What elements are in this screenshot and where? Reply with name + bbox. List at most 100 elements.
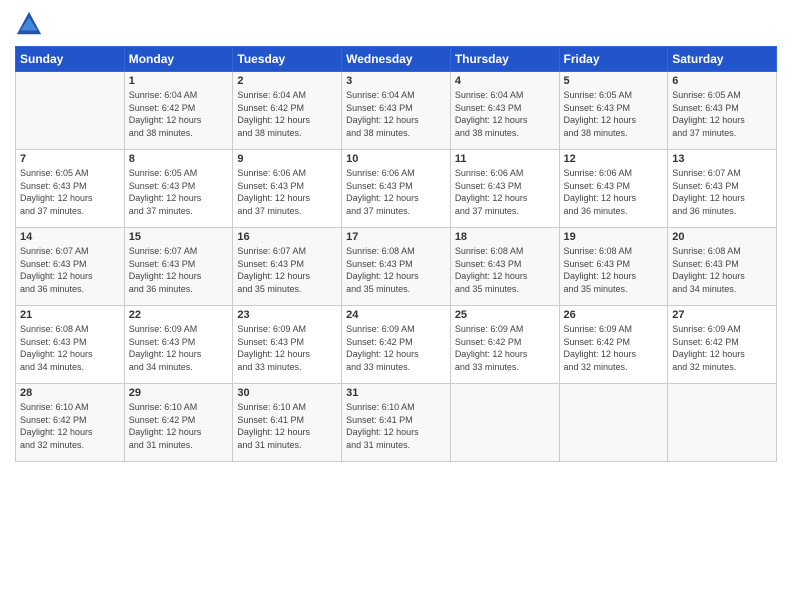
calendar-cell: 3 Sunrise: 6:04 AM Sunset: 6:43 PM Daylig… [342,72,451,150]
calendar-week-row: 1 Sunrise: 6:04 AM Sunset: 6:42 PM Daylig… [16,72,777,150]
day-info: Sunrise: 6:05 AM Sunset: 6:43 PM Dayligh… [564,89,664,139]
day-number: 19 [564,231,664,243]
calendar-cell: 14Sunrise: 6:07 AM Sunset: 6:43 PM Dayli… [16,228,125,306]
calendar-cell: 12 Sunrise: 6:06 AM Sunset: 6:43 PM Dayli… [559,150,668,228]
day-info: Sunrise: 6:04 AM Sunset: 6:42 PM Dayligh… [129,89,229,139]
day-info: Sunrise: 6:07 AM Sunset: 6:43 PM Dayligh… [672,167,772,217]
calendar-cell: 17Sunrise: 6:08 AM Sunset: 6:43 PM Dayli… [342,228,451,306]
day-info: Sunrise: 6:06 AM Sunset: 6:43 PM Dayligh… [455,167,555,217]
day-info: Sunrise: 6:06 AM Sunset: 6:43 PM Dayligh… [237,167,337,217]
calendar-cell: 4 Sunrise: 6:04 AM Sunset: 6:43 PM Daylig… [450,72,559,150]
day-info: Sunrise: 6:10 AM Sunset: 6:41 PM Dayligh… [346,401,446,451]
weekday-header: Friday [559,47,668,72]
day-number: 11 [455,153,555,165]
day-number: 7 [20,153,120,165]
day-number: 13 [672,153,772,165]
weekday-header: Monday [124,47,233,72]
day-info: Sunrise: 6:09 AM Sunset: 6:43 PM Dayligh… [237,323,337,373]
day-info: Sunrise: 6:09 AM Sunset: 6:42 PM Dayligh… [346,323,446,373]
day-info: Sunrise: 6:04 AM Sunset: 6:43 PM Dayligh… [346,89,446,139]
calendar-cell: 8Sunrise: 6:05 AM Sunset: 6:43 PM Daylig… [124,150,233,228]
day-number: 12 [564,153,664,165]
calendar-week-row: 14 Sunrise: 6:07 AM Sunset: 6:43 PM Dayli… [16,228,777,306]
day-number: 21 [20,309,120,321]
day-number: 4 [455,75,555,87]
day-info: Sunrise: 6:07 AM Sunset: 6:43 PM Dayligh… [129,245,229,295]
day-number: 28 [20,387,120,399]
day-info: Sunrise: 6:08 AM Sunset: 6:43 PM Dayligh… [346,245,446,295]
day-info: Sunrise: 6:08 AM Sunset: 6:43 PM Dayligh… [672,245,772,295]
calendar-week-row: 7 Sunrise: 6:05 AM Sunset: 6:43 PM Daylig… [16,150,777,228]
day-number: 26 [564,309,664,321]
weekday-header: Sunday [16,47,125,72]
calendar-cell [559,384,668,462]
calendar-cell: 15 Sunrise: 6:07 AM Sunset: 6:43 PM Dayli… [124,228,233,306]
calendar-cell: 21 Sunrise: 6:08 AM Sunset: 6:43 PM Dayli… [16,306,125,384]
day-number: 15 [129,231,229,243]
day-info: Sunrise: 6:08 AM Sunset: 6:43 PM Dayligh… [564,245,664,295]
calendar-cell: 20 Sunrise: 6:08 AM Sunset: 6:43 PM Dayli… [668,228,777,306]
calendar-cell: 7 Sunrise: 6:05 AM Sunset: 6:43 PM Daylig… [16,150,125,228]
weekday-header: Wednesday [342,47,451,72]
day-number: 9 [237,153,337,165]
day-number: 1 [129,75,229,87]
weekday-header: Saturday [668,47,777,72]
calendar-cell: 22Sunrise: 6:09 AM Sunset: 6:43 PM Dayli… [124,306,233,384]
day-info: Sunrise: 6:06 AM Sunset: 6:43 PM Dayligh… [346,167,446,217]
day-number: 23 [237,309,337,321]
day-number: 31 [346,387,446,399]
calendar-cell: 9 Sunrise: 6:06 AM Sunset: 6:43 PM Daylig… [233,150,342,228]
day-number: 30 [237,387,337,399]
calendar-cell: 18 Sunrise: 6:08 AM Sunset: 6:43 PM Dayli… [450,228,559,306]
day-info: Sunrise: 6:05 AM Sunset: 6:43 PM Dayligh… [20,167,120,217]
logo [15,10,47,38]
calendar-cell: 5 Sunrise: 6:05 AM Sunset: 6:43 PM Daylig… [559,72,668,150]
calendar-cell: 10 Sunrise: 6:06 AM Sunset: 6:43 PM Dayli… [342,150,451,228]
calendar-table: SundayMondayTuesdayWednesdayThursdayFrid… [15,46,777,462]
day-number: 5 [564,75,664,87]
day-info: Sunrise: 6:10 AM Sunset: 6:42 PM Dayligh… [129,401,229,451]
calendar-cell: 19 Sunrise: 6:08 AM Sunset: 6:43 PM Dayli… [559,228,668,306]
calendar-cell: 31 Sunrise: 6:10 AM Sunset: 6:41 PM Dayli… [342,384,451,462]
day-number: 29 [129,387,229,399]
calendar-cell: 2Sunrise: 6:04 AM Sunset: 6:42 PM Daylig… [233,72,342,150]
day-info: Sunrise: 6:08 AM Sunset: 6:43 PM Dayligh… [20,323,120,373]
calendar-cell [668,384,777,462]
calendar-cell: 23 Sunrise: 6:09 AM Sunset: 6:43 PM Dayli… [233,306,342,384]
calendar-week-row: 28 Sunrise: 6:10 AM Sunset: 6:42 PM Dayli… [16,384,777,462]
calendar-cell [16,72,125,150]
calendar-cell: 16Sunrise: 6:07 AM Sunset: 6:43 PM Dayli… [233,228,342,306]
day-info: Sunrise: 6:05 AM Sunset: 6:43 PM Dayligh… [672,89,772,139]
logo-icon [15,10,43,38]
day-number: 24 [346,309,446,321]
day-number: 22 [129,309,229,321]
day-number: 16 [237,231,337,243]
calendar-cell: 29 Sunrise: 6:10 AM Sunset: 6:42 PM Dayli… [124,384,233,462]
calendar-cell: 28 Sunrise: 6:10 AM Sunset: 6:42 PM Dayli… [16,384,125,462]
calendar-week-row: 21 Sunrise: 6:08 AM Sunset: 6:43 PM Dayli… [16,306,777,384]
calendar-cell: 11 Sunrise: 6:06 AM Sunset: 6:43 PM Dayli… [450,150,559,228]
day-info: Sunrise: 6:05 AM Sunset: 6:43 PM Dayligh… [129,167,229,217]
day-info: Sunrise: 6:08 AM Sunset: 6:43 PM Dayligh… [455,245,555,295]
day-number: 3 [346,75,446,87]
day-info: Sunrise: 6:04 AM Sunset: 6:43 PM Dayligh… [455,89,555,139]
day-info: Sunrise: 6:09 AM Sunset: 6:42 PM Dayligh… [672,323,772,373]
calendar-cell: 6 Sunrise: 6:05 AM Sunset: 6:43 PM Daylig… [668,72,777,150]
day-info: Sunrise: 6:06 AM Sunset: 6:43 PM Dayligh… [564,167,664,217]
day-number: 27 [672,309,772,321]
day-info: Sunrise: 6:09 AM Sunset: 6:42 PM Dayligh… [455,323,555,373]
weekday-header: Thursday [450,47,559,72]
day-info: Sunrise: 6:09 AM Sunset: 6:42 PM Dayligh… [564,323,664,373]
day-info: Sunrise: 6:10 AM Sunset: 6:42 PM Dayligh… [20,401,120,451]
calendar-cell: 1 Sunrise: 6:04 AM Sunset: 6:42 PM Daylig… [124,72,233,150]
calendar-cell: 30Sunrise: 6:10 AM Sunset: 6:41 PM Dayli… [233,384,342,462]
calendar-cell [450,384,559,462]
day-number: 14 [20,231,120,243]
day-number: 10 [346,153,446,165]
calendar-cell: 25Sunrise: 6:09 AM Sunset: 6:42 PM Dayli… [450,306,559,384]
day-number: 6 [672,75,772,87]
day-number: 18 [455,231,555,243]
day-number: 20 [672,231,772,243]
day-number: 2 [237,75,337,87]
calendar-cell: 26 Sunrise: 6:09 AM Sunset: 6:42 PM Dayli… [559,306,668,384]
